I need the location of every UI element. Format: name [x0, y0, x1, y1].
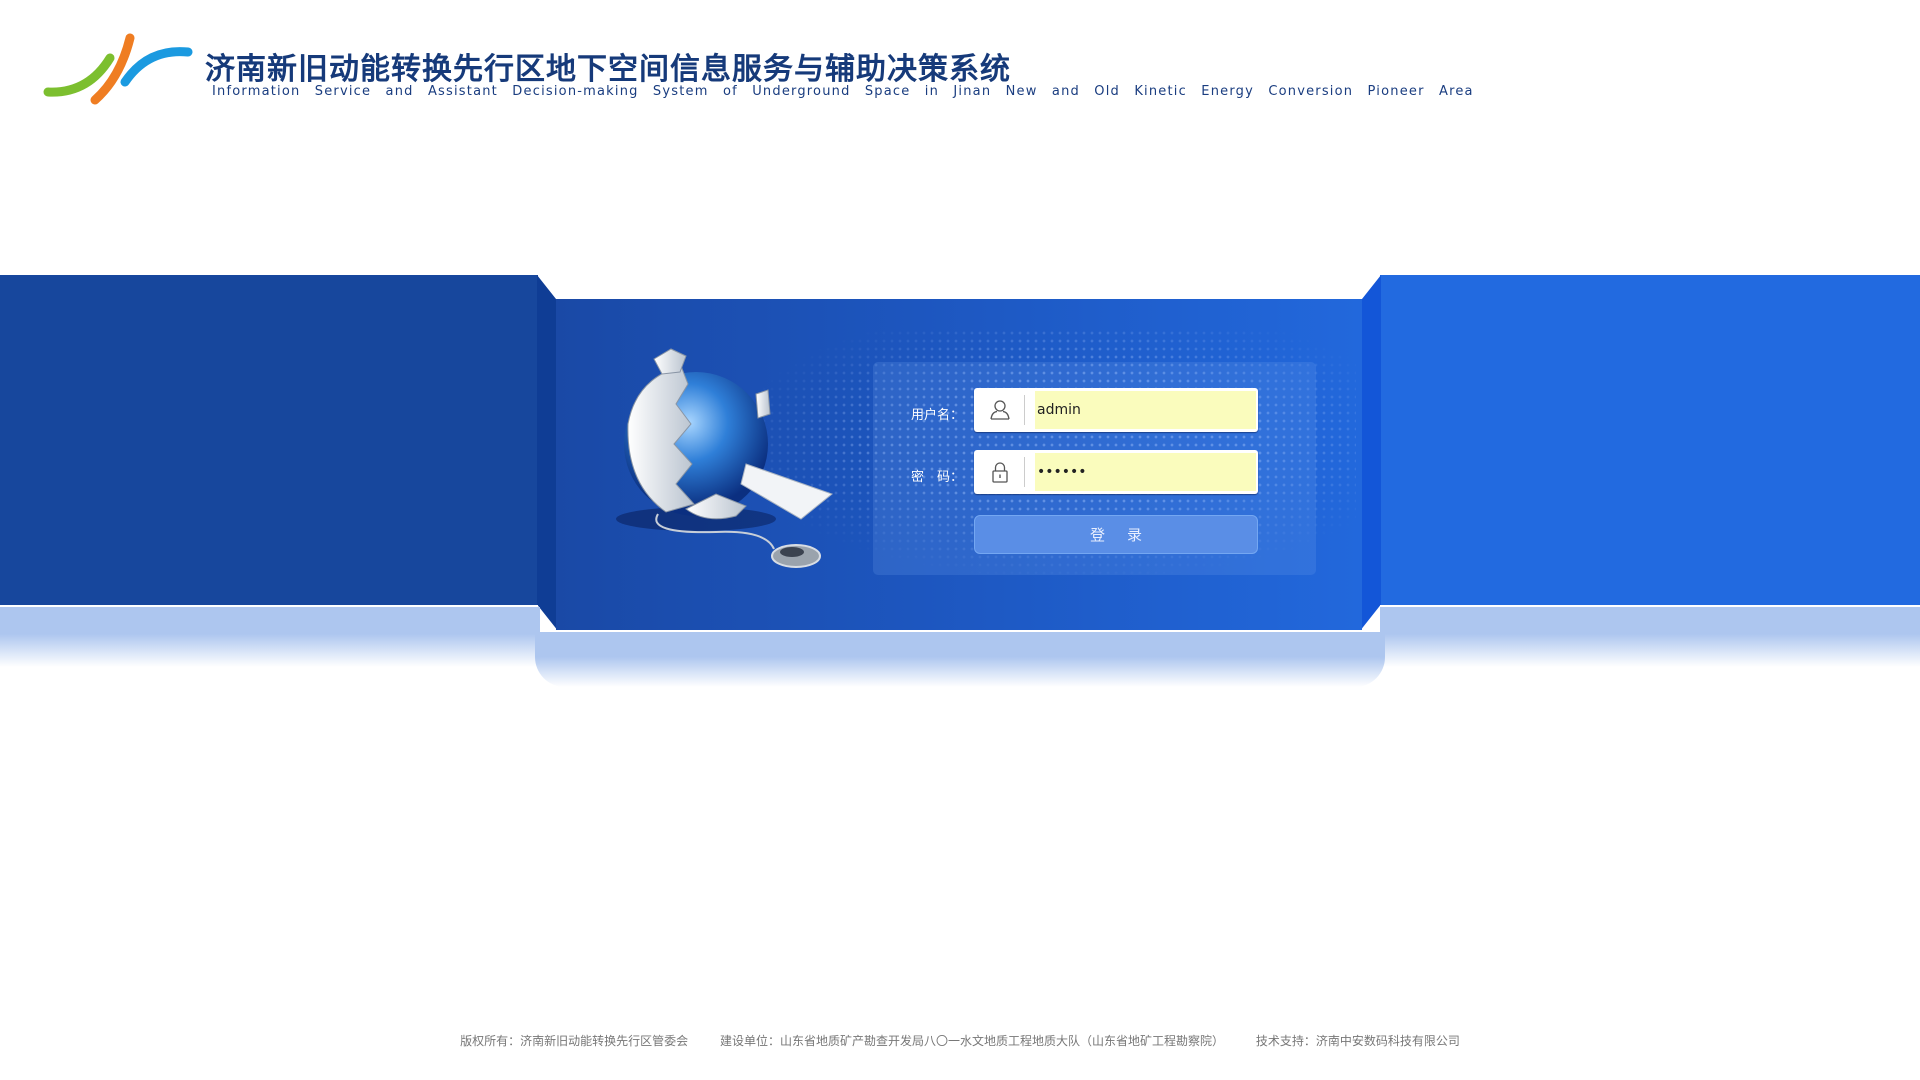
- footer-support: 技术支持：济南中安数码科技有限公司: [1255, 1034, 1460, 1048]
- login-button[interactable]: 登录: [974, 515, 1258, 554]
- puzzle-globe-illustration: [616, 348, 834, 568]
- footer-builder: 建设单位：山东省地质矿产勘查开发局八〇一水文地质工程地质大队（山东省地矿工程勘察…: [719, 1034, 1224, 1048]
- username-field[interactable]: [974, 388, 1258, 432]
- password-field[interactable]: [974, 450, 1258, 494]
- login-panel-edge: [556, 630, 1362, 632]
- banner-fold-left: [537, 275, 557, 631]
- input-divider: [1024, 395, 1025, 425]
- banner-left: [0, 275, 538, 605]
- lock-icon: [992, 462, 1008, 483]
- username-label: 用户名：: [911, 408, 964, 423]
- user-icon: [990, 400, 1010, 420]
- banner-reflection-right: [1380, 607, 1920, 667]
- footer: 版权所有：济南新旧动能转换先行区管委会 建设单位：山东省地质矿产勘查开发局八〇一…: [0, 1032, 1920, 1049]
- input-divider: [1024, 457, 1025, 487]
- system-title: 济南新旧动能转换先行区地下空间信息服务与辅助决策系统: [205, 52, 1011, 87]
- system-title-english: Information Service and Assistant Decisi…: [212, 84, 1474, 99]
- banner-right: [1380, 275, 1920, 605]
- swoosh-logo-icon: [43, 33, 193, 105]
- username-input[interactable]: [1035, 391, 1256, 429]
- footer-copyright: 版权所有：济南新旧动能转换先行区管委会: [460, 1034, 689, 1048]
- password-input[interactable]: [1035, 453, 1256, 491]
- banner-reflection-center: [535, 632, 1385, 687]
- login-panel: 用户名： 密 码： 登录: [556, 299, 1362, 630]
- password-label: 密 码：: [911, 470, 964, 485]
- banner-fold-right: [1362, 275, 1382, 631]
- banner-reflection-left: [0, 607, 540, 667]
